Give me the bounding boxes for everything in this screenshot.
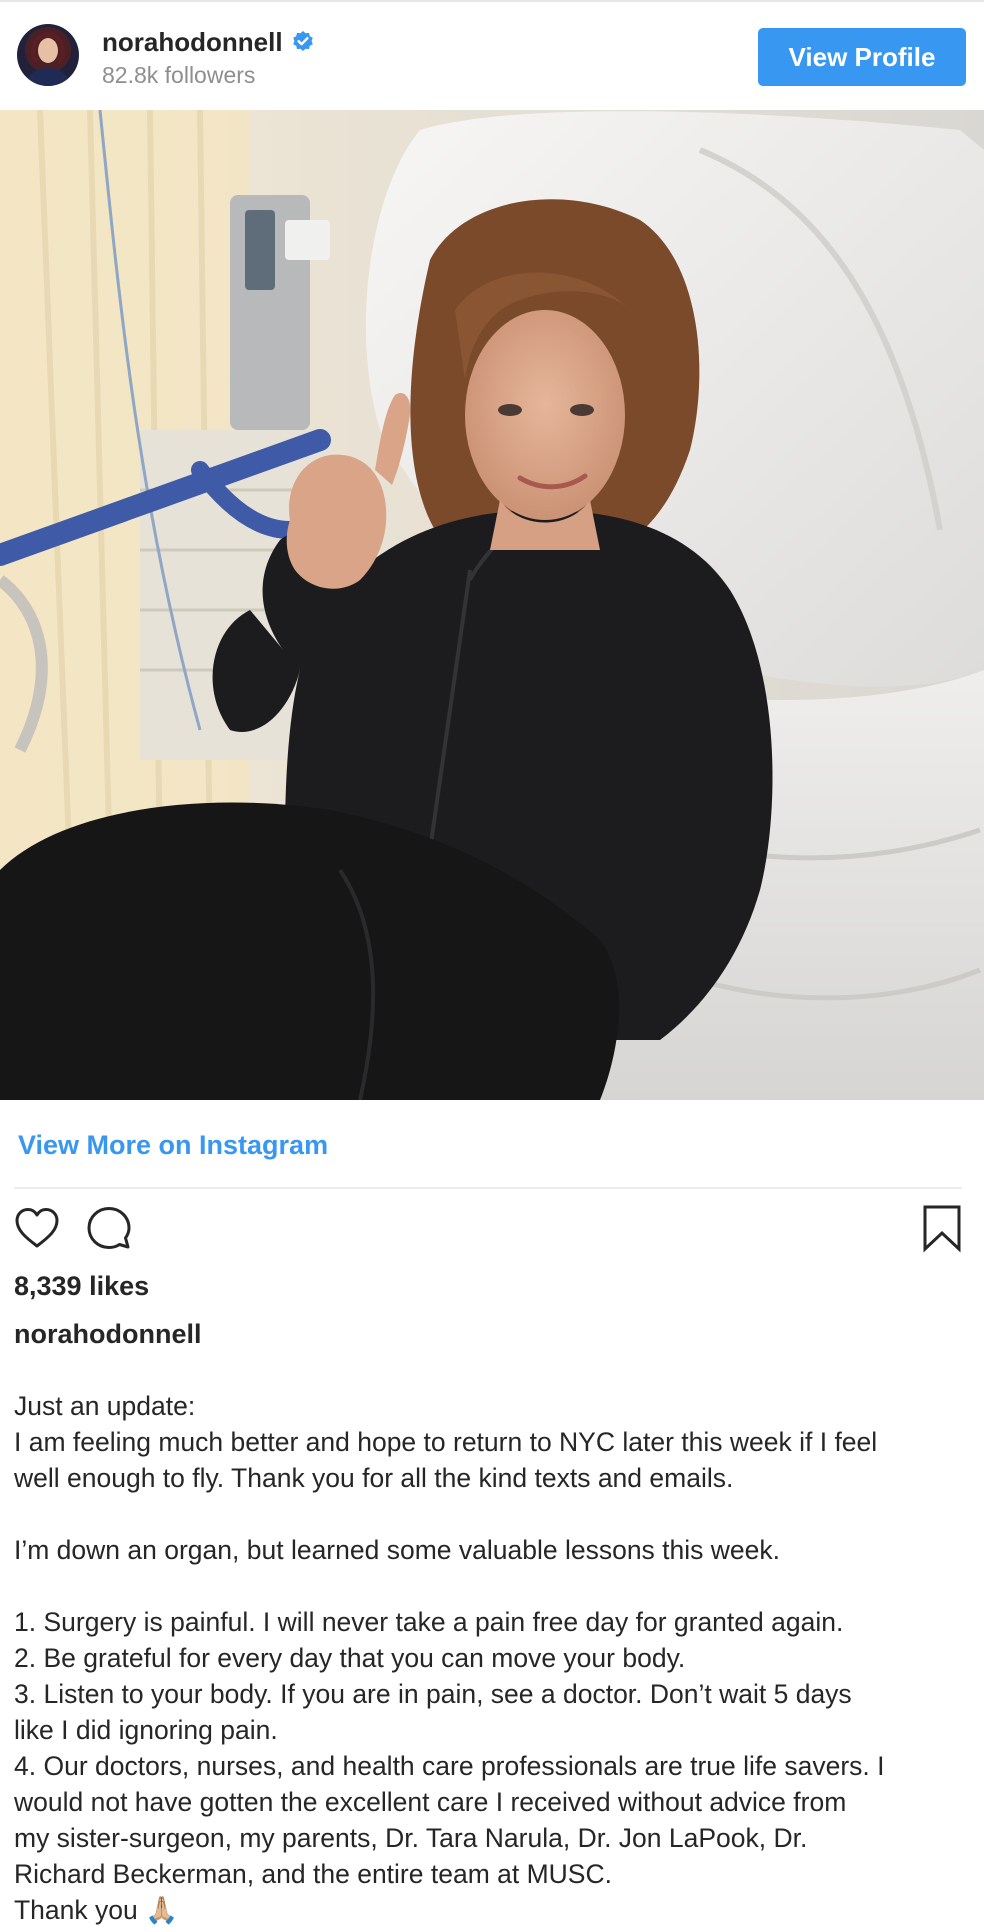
heart-icon[interactable] [12,1203,62,1253]
avatar-face [38,38,58,63]
caption-line: 4. Our doctors, nurses, and health care … [14,1751,885,1781]
verified-badge-icon [291,30,315,54]
caption-line: I am feeling much better and hope to ret… [14,1427,878,1457]
caption-line: my sister-surgeon, my parents, Dr. Tara … [14,1823,808,1853]
caption-line: Just an update: [14,1391,196,1421]
comment-icon[interactable] [84,1203,134,1253]
post-photo[interactable] [0,110,984,1100]
post-caption: Just an update: I am feeling much better… [14,1388,974,1928]
view-profile-button[interactable]: View Profile [758,28,966,86]
avatar[interactable] [17,24,79,86]
caption-line: 2. Be grateful for every day that you ca… [14,1643,686,1673]
caption-line-blank [14,1568,974,1604]
caption-line: well enough to fly. Thank you for all th… [14,1463,734,1493]
profile-header: norahodonnell 82.8k followers View Profi… [0,2,984,110]
avatar-body [27,68,69,86]
followers-count: 82.8k followers [102,62,256,88]
profile-username[interactable]: norahodonnell [102,26,283,58]
post-photo-illustration [0,110,984,1100]
bookmark-icon[interactable] [917,1203,967,1253]
username-row: norahodonnell [102,26,315,58]
likes-count[interactable]: 8,339 likes [14,1268,149,1304]
caption-line: Richard Beckerman, and the entire team a… [14,1859,612,1889]
caption-line: Thank you 🙏🏼 [14,1895,179,1925]
caption-line: I’m down an organ, but learned some valu… [14,1535,780,1565]
caption-line: would not have gotten the excellent care… [14,1787,847,1817]
caption-line-blank [14,1496,974,1532]
caption-line: 3. Listen to your body. If you are in pa… [14,1679,852,1709]
view-more-on-instagram-link[interactable]: View More on Instagram [18,1128,328,1162]
actions-divider [14,1187,962,1189]
caption-username[interactable]: norahodonnell [14,1316,201,1352]
caption-line: like I did ignoring pain. [14,1715,278,1745]
caption-line: 1. Surgery is painful. I will never take… [14,1607,844,1637]
